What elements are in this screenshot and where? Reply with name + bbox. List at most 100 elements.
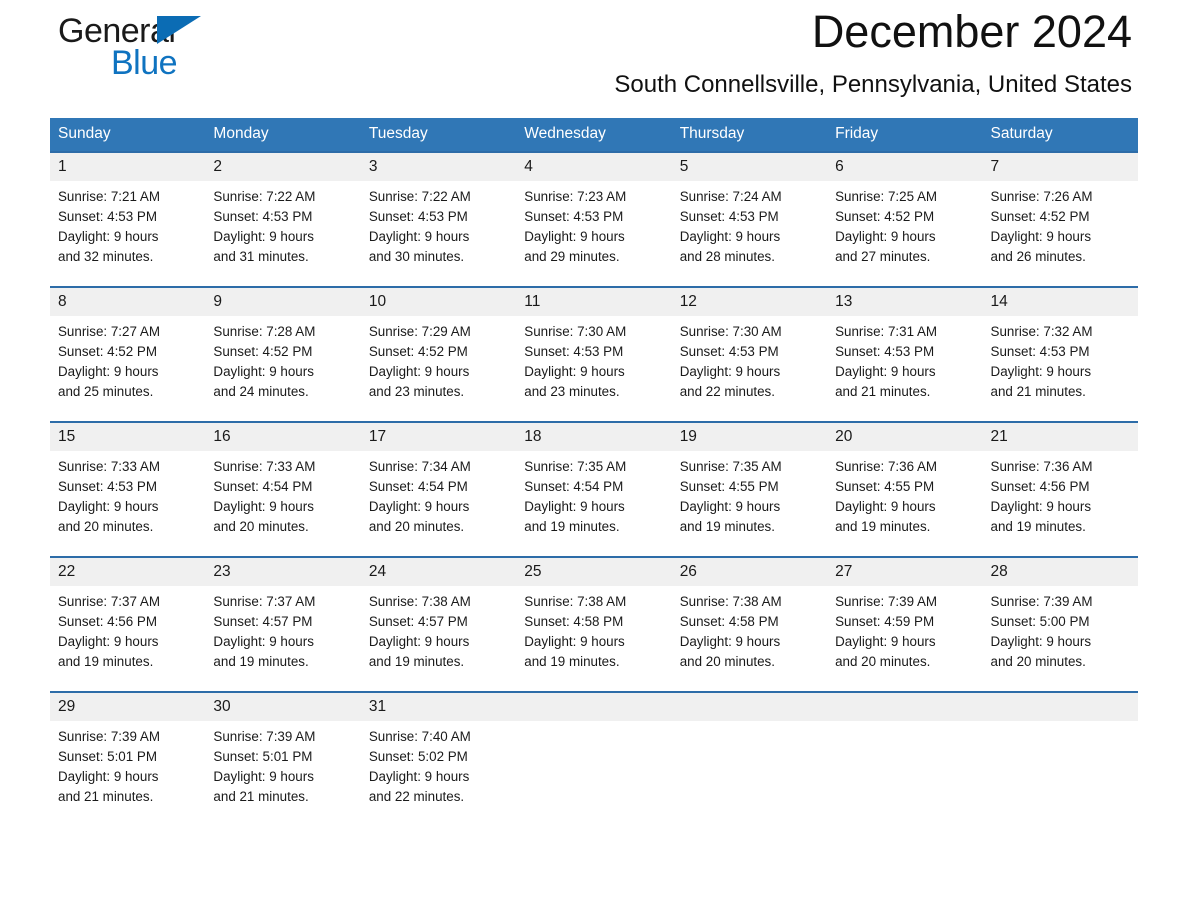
daylight-text-line2: and 19 minutes. [990, 519, 1086, 534]
calendar-header-row-group: Sunday Monday Tuesday Wednesday Thursday… [50, 118, 1138, 152]
day-number: 15 [50, 423, 206, 451]
sunrise-text: Sunrise: 7:24 AM [679, 189, 782, 204]
calendar-day-cell[interactable]: 3 Sunrise: 7:22 AM Sunset: 4:53 PM Dayli… [360, 151, 517, 287]
sunset-text: Sunset: 4:52 PM [58, 344, 157, 359]
day-details: Sunrise: 7:30 AM Sunset: 4:53 PM Dayligh… [516, 316, 671, 402]
calendar-day-cell[interactable]: 16 Sunrise: 7:33 AM Sunset: 4:54 PM Dayl… [205, 421, 361, 557]
day-number [982, 693, 1138, 721]
daylight-text-line1: Daylight: 9 hours [990, 499, 1092, 514]
daylight-text-line2: and 29 minutes. [524, 249, 620, 264]
daylight-text-line2: and 20 minutes. [990, 654, 1086, 669]
sunset-text: Sunset: 4:54 PM [524, 479, 624, 494]
day-number: 3 [360, 153, 517, 181]
calendar-day-cell[interactable]: 27 Sunrise: 7:39 AM Sunset: 4:59 PM Dayl… [827, 556, 983, 692]
calendar-day-cell[interactable]: 15 Sunrise: 7:33 AM Sunset: 4:53 PM Dayl… [50, 421, 206, 557]
daylight-text-line2: and 20 minutes. [679, 654, 775, 669]
sunrise-text: Sunrise: 7:32 AM [990, 324, 1093, 339]
daylight-text-line1: Daylight: 9 hours [58, 769, 159, 784]
calendar-day-cell[interactable]: 14 Sunrise: 7:32 AM Sunset: 4:53 PM Dayl… [982, 286, 1138, 422]
daylight-text-line1: Daylight: 9 hours [58, 229, 159, 244]
daylight-text-line1: Daylight: 9 hours [368, 364, 470, 379]
sunrise-text: Sunrise: 7:39 AM [990, 594, 1093, 609]
day-number [516, 693, 672, 721]
calendar-day-cell[interactable]: 13 Sunrise: 7:31 AM Sunset: 4:53 PM Dayl… [827, 286, 983, 422]
calendar-day-cell[interactable]: 22 Sunrise: 7:37 AM Sunset: 4:56 PM Dayl… [50, 556, 206, 692]
sunrise-text: Sunrise: 7:25 AM [835, 189, 938, 204]
day-number: 7 [982, 153, 1138, 181]
calendar-day-cell[interactable]: 8 Sunrise: 7:27 AM Sunset: 4:52 PM Dayli… [50, 286, 206, 422]
sunrise-text: Sunrise: 7:29 AM [368, 324, 471, 339]
sunrise-text: Sunrise: 7:37 AM [58, 594, 160, 609]
sunrise-text: Sunrise: 7:39 AM [835, 594, 938, 609]
calendar-day-cell[interactable]: 30 Sunrise: 7:39 AM Sunset: 5:01 PM Dayl… [205, 691, 361, 826]
sunset-text: Sunset: 4:58 PM [524, 614, 624, 629]
day-number: 28 [982, 558, 1138, 586]
daylight-text-line1: Daylight: 9 hours [368, 634, 470, 649]
calendar-week-row: 29 Sunrise: 7:39 AM Sunset: 5:01 PM Dayl… [50, 691, 1138, 826]
calendar-day-cell[interactable]: 6 Sunrise: 7:25 AM Sunset: 4:52 PM Dayli… [827, 151, 983, 287]
sunrise-text: Sunrise: 7:38 AM [524, 594, 627, 609]
day-number: 9 [205, 288, 361, 316]
sunset-text: Sunset: 4:52 PM [213, 344, 313, 359]
daylight-text-line1: Daylight: 9 hours [835, 364, 936, 379]
general-blue-logo[interactable]: General Blue [58, 14, 258, 92]
calendar-day-cell[interactable]: 25 Sunrise: 7:38 AM Sunset: 4:58 PM Dayl… [516, 556, 672, 692]
calendar-day-cell[interactable]: 23 Sunrise: 7:37 AM Sunset: 4:57 PM Dayl… [205, 556, 361, 692]
sunset-text: Sunset: 4:53 PM [213, 209, 313, 224]
calendar-day-cell[interactable]: 31 Sunrise: 7:40 AM Sunset: 5:02 PM Dayl… [360, 691, 517, 826]
calendar-day-cell[interactable]: 7 Sunrise: 7:26 AM Sunset: 4:52 PM Dayli… [982, 151, 1138, 287]
calendar-day-cell[interactable]: 11 Sunrise: 7:30 AM Sunset: 4:53 PM Dayl… [516, 286, 672, 422]
calendar-day-cell-empty [671, 691, 828, 826]
calendar-day-cell[interactable]: 26 Sunrise: 7:38 AM Sunset: 4:58 PM Dayl… [671, 556, 828, 692]
day-number: 17 [360, 423, 517, 451]
sunrise-text: Sunrise: 7:33 AM [213, 459, 316, 474]
weekday-header-thursday: Thursday [671, 118, 828, 152]
daylight-text-line2: and 20 minutes. [58, 519, 154, 534]
calendar-day-cell[interactable]: 28 Sunrise: 7:39 AM Sunset: 5:00 PM Dayl… [982, 556, 1138, 692]
sunset-text: Sunset: 4:57 PM [213, 614, 313, 629]
weekday-header-row: Sunday Monday Tuesday Wednesday Thursday… [50, 118, 1138, 152]
calendar-day-cell[interactable]: 20 Sunrise: 7:36 AM Sunset: 4:55 PM Dayl… [827, 421, 983, 557]
calendar-day-cell[interactable]: 5 Sunrise: 7:24 AM Sunset: 4:53 PM Dayli… [671, 151, 828, 287]
calendar-day-cell[interactable]: 17 Sunrise: 7:34 AM Sunset: 4:54 PM Dayl… [360, 421, 517, 557]
calendar-day-cell[interactable]: 9 Sunrise: 7:28 AM Sunset: 4:52 PM Dayli… [205, 286, 361, 422]
day-number: 24 [360, 558, 517, 586]
calendar-day-cell[interactable]: 4 Sunrise: 7:23 AM Sunset: 4:53 PM Dayli… [516, 151, 672, 287]
daylight-text-line2: and 19 minutes. [368, 654, 465, 669]
weekday-header-monday: Monday [205, 118, 361, 152]
calendar-day-cell[interactable]: 18 Sunrise: 7:35 AM Sunset: 4:54 PM Dayl… [516, 421, 672, 557]
calendar-body: 1 Sunrise: 7:21 AM Sunset: 4:53 PM Dayli… [50, 151, 1138, 826]
daylight-text-line2: and 20 minutes. [213, 519, 309, 534]
calendar-day-cell[interactable]: 29 Sunrise: 7:39 AM Sunset: 5:01 PM Dayl… [50, 691, 206, 826]
day-details: Sunrise: 7:23 AM Sunset: 4:53 PM Dayligh… [516, 181, 671, 267]
calendar-day-cell[interactable]: 12 Sunrise: 7:30 AM Sunset: 4:53 PM Dayl… [671, 286, 828, 422]
day-number: 27 [827, 558, 983, 586]
sunset-text: Sunset: 4:53 PM [679, 209, 779, 224]
daylight-text-line2: and 27 minutes. [835, 249, 931, 264]
daylight-text-line1: Daylight: 9 hours [990, 634, 1092, 649]
day-details: Sunrise: 7:39 AM Sunset: 4:59 PM Dayligh… [827, 586, 982, 672]
sunset-text: Sunset: 4:56 PM [58, 614, 157, 629]
sunset-text: Sunset: 5:01 PM [58, 749, 157, 764]
sunset-text: Sunset: 4:58 PM [679, 614, 779, 629]
sunset-text: Sunset: 5:00 PM [990, 614, 1090, 629]
calendar-day-cell[interactable]: 1 Sunrise: 7:21 AM Sunset: 4:53 PM Dayli… [50, 151, 206, 287]
page-header: General Blue December 2024 South Connell… [50, 0, 1138, 118]
page-title: December 2024 [811, 6, 1132, 57]
day-number: 10 [360, 288, 517, 316]
daylight-text-line1: Daylight: 9 hours [679, 229, 781, 244]
calendar-day-cell[interactable]: 24 Sunrise: 7:38 AM Sunset: 4:57 PM Dayl… [360, 556, 517, 692]
day-number: 1 [50, 153, 206, 181]
calendar-day-cell[interactable]: 2 Sunrise: 7:22 AM Sunset: 4:53 PM Dayli… [205, 151, 361, 287]
calendar-week-row: 1 Sunrise: 7:21 AM Sunset: 4:53 PM Dayli… [50, 151, 1138, 287]
daylight-text-line2: and 20 minutes. [835, 654, 931, 669]
daylight-text-line2: and 19 minutes. [213, 654, 309, 669]
daylight-text-line1: Daylight: 9 hours [990, 364, 1092, 379]
calendar-day-cell[interactable]: 19 Sunrise: 7:35 AM Sunset: 4:55 PM Dayl… [671, 421, 828, 557]
sunrise-text: Sunrise: 7:21 AM [58, 189, 160, 204]
day-number: 8 [50, 288, 206, 316]
calendar-day-cell[interactable]: 10 Sunrise: 7:29 AM Sunset: 4:52 PM Dayl… [360, 286, 517, 422]
day-number: 4 [516, 153, 672, 181]
calendar-day-cell[interactable]: 21 Sunrise: 7:36 AM Sunset: 4:56 PM Dayl… [982, 421, 1138, 557]
daylight-text-line2: and 19 minutes. [679, 519, 775, 534]
